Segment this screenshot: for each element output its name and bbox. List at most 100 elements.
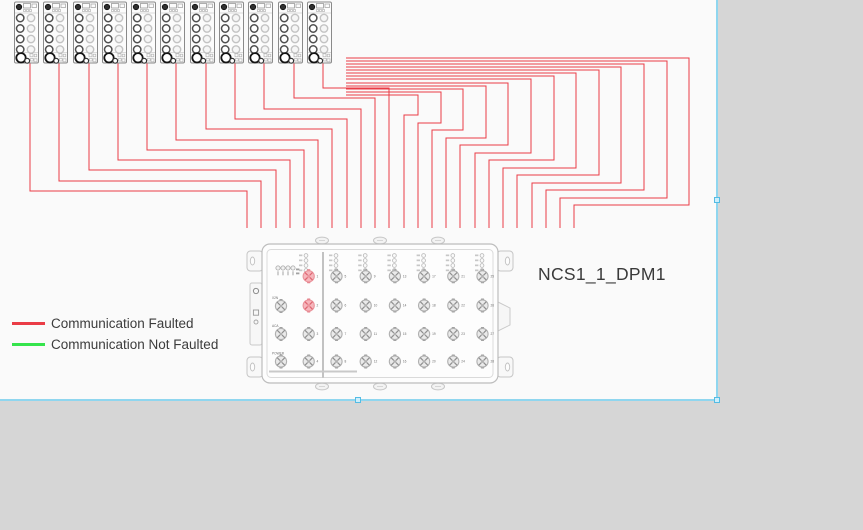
module-port xyxy=(134,46,141,53)
module-port xyxy=(291,35,298,42)
comm-wire[interactable] xyxy=(323,63,389,228)
legend-line-faulted xyxy=(12,322,45,325)
module-port xyxy=(173,14,180,21)
tiny-label: 24 xyxy=(461,360,465,364)
dpm-device[interactable]: X2NACAPOWER12345678910111213141516171819… xyxy=(247,237,513,390)
module-port xyxy=(56,35,63,42)
io-module[interactable] xyxy=(249,2,273,63)
module-port xyxy=(193,35,200,42)
module-port xyxy=(163,14,170,21)
module-port xyxy=(86,35,93,42)
module-port xyxy=(134,14,141,21)
io-module[interactable] xyxy=(132,2,156,63)
module-port xyxy=(222,14,229,21)
module-port xyxy=(17,46,24,53)
module-port xyxy=(251,25,258,32)
comm-wire[interactable] xyxy=(346,92,441,228)
module-port xyxy=(281,25,288,32)
tiny-label: 7 xyxy=(345,332,347,336)
module-led xyxy=(309,4,314,9)
io-module[interactable] xyxy=(161,2,185,63)
module-led xyxy=(162,4,167,9)
tiny-label: 27 xyxy=(491,332,495,336)
selection-handle[interactable] xyxy=(355,397,361,403)
module-port xyxy=(193,46,200,53)
module-led xyxy=(192,4,197,9)
module-port xyxy=(56,25,63,32)
tiny-label: 2 xyxy=(317,304,319,308)
module-led xyxy=(221,4,226,9)
module-port xyxy=(46,25,53,32)
module-port xyxy=(289,58,294,63)
module-port xyxy=(163,35,170,42)
selection-handle[interactable] xyxy=(714,397,720,403)
module-port xyxy=(310,46,317,53)
io-module[interactable] xyxy=(220,2,244,63)
io-module[interactable] xyxy=(15,2,39,63)
device-label: NCS1_1_DPM1 xyxy=(538,264,666,285)
tiny-label: 8 xyxy=(345,360,347,364)
module-port xyxy=(17,25,24,32)
tiny-label: 15 xyxy=(403,332,407,336)
module-port xyxy=(173,46,180,53)
module-port xyxy=(222,35,229,42)
module-port xyxy=(310,25,317,32)
io-module[interactable] xyxy=(103,2,127,63)
comm-wire[interactable] xyxy=(206,63,332,228)
module-port xyxy=(115,46,122,53)
comm-wire[interactable] xyxy=(346,73,576,228)
io-module[interactable] xyxy=(191,2,215,63)
module-led xyxy=(75,4,80,9)
tiny-label: 28 xyxy=(491,360,495,364)
module-port xyxy=(46,14,53,21)
module-port xyxy=(320,35,327,42)
module-port xyxy=(105,14,112,21)
io-module[interactable] xyxy=(308,2,332,63)
module-port xyxy=(134,25,141,32)
tiny-label: 9 xyxy=(374,275,376,279)
module-port xyxy=(84,58,89,63)
module-port xyxy=(281,35,288,42)
comm-wire[interactable] xyxy=(30,63,247,228)
module-port xyxy=(232,25,239,32)
side-bracket xyxy=(250,283,262,345)
module-port xyxy=(203,46,210,53)
tiny-label: 4 xyxy=(317,360,319,364)
module-led xyxy=(104,4,109,9)
module-port xyxy=(86,46,93,53)
comm-wire[interactable] xyxy=(346,83,508,228)
module-port xyxy=(261,25,268,32)
module-port xyxy=(134,35,141,42)
tiny-label: 21 xyxy=(461,275,465,279)
module-port xyxy=(320,25,327,32)
tiny-label: 19 xyxy=(432,332,436,336)
diagram-stage: X2NACAPOWER12345678910111213141516171819… xyxy=(0,0,863,530)
io-module[interactable] xyxy=(44,2,68,63)
tiny-label: 20 xyxy=(432,360,436,364)
module-port xyxy=(203,14,210,21)
module-port xyxy=(76,46,83,53)
comm-wire[interactable] xyxy=(346,67,621,228)
io-module[interactable] xyxy=(74,2,98,63)
comm-wire[interactable] xyxy=(346,95,418,228)
module-port xyxy=(318,58,323,63)
selection-handle[interactable] xyxy=(714,197,720,203)
module-port xyxy=(17,35,24,42)
comm-wire[interactable] xyxy=(147,63,304,228)
tiny-label: 13 xyxy=(403,275,407,279)
tiny-label: 14 xyxy=(403,304,407,308)
module-port xyxy=(46,46,53,53)
comm-wire[interactable] xyxy=(346,86,486,228)
comm-wire[interactable] xyxy=(346,76,554,228)
module-port xyxy=(203,25,210,32)
tiny-label: 1 xyxy=(317,275,319,279)
comm-wire[interactable] xyxy=(346,70,599,228)
module-port xyxy=(76,35,83,42)
legend-item: Communication Not Faulted xyxy=(12,334,218,355)
module-port xyxy=(291,14,298,21)
module-port xyxy=(27,14,34,21)
comm-wire[interactable] xyxy=(89,63,276,228)
module-port xyxy=(25,58,30,63)
io-module[interactable] xyxy=(279,2,303,63)
module-port xyxy=(27,46,34,53)
